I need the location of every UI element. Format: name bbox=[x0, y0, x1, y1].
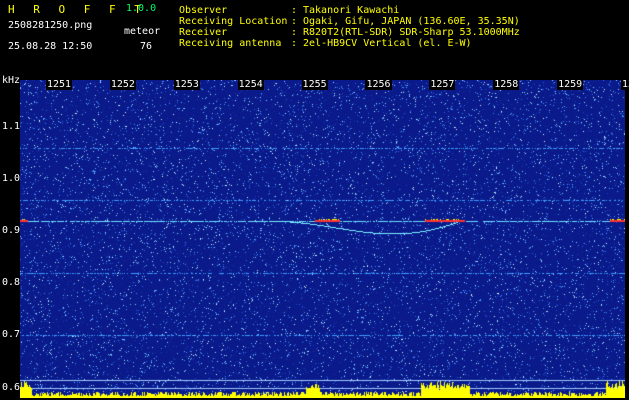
info-label: Receiving Location bbox=[179, 16, 288, 27]
app-version: 1.0.0 bbox=[126, 3, 157, 14]
x-tick-label: 1256 bbox=[365, 79, 392, 90]
observation-mode: meteor bbox=[124, 26, 161, 37]
info-value: 2el-HB9CV Vertical (el. E-W) bbox=[303, 38, 472, 49]
x-tick-label: 1300 bbox=[621, 80, 629, 90]
x-tick-label: 1259 bbox=[557, 79, 584, 90]
x-tick-label: 1253 bbox=[173, 79, 200, 90]
y-tick-label: 1.0 bbox=[2, 173, 21, 185]
info-colon: : bbox=[291, 27, 298, 38]
y-tick-label: 1.1 bbox=[2, 120, 21, 132]
info-colon: : bbox=[291, 5, 298, 16]
x-tick-label: 1252 bbox=[109, 79, 136, 90]
y-tick-label: 0.6 bbox=[2, 381, 21, 393]
info-label: Receiving antenna bbox=[179, 38, 282, 49]
info-colon: : bbox=[291, 16, 298, 27]
y-tick-label: 0.9 bbox=[2, 225, 21, 237]
info-value: R820T2(RTL-SDR) SDR-Sharp 53.1000MHz bbox=[303, 27, 520, 38]
meteor-count: 76 bbox=[140, 41, 153, 52]
waterfall-plot bbox=[20, 80, 625, 398]
y-tick-label: 0.7 bbox=[2, 329, 21, 341]
observation-datetime: 25.08.28 12:50 bbox=[8, 41, 93, 52]
spectrogram-canvas bbox=[20, 80, 625, 398]
header-panel: H R O F F T 1.0.0 2508281250.png meteor … bbox=[0, 0, 629, 78]
x-tick-label: 1251 bbox=[46, 79, 73, 90]
info-label: Receiver bbox=[179, 27, 228, 38]
y-axis-unit: kHz bbox=[2, 75, 21, 86]
info-label: Observer bbox=[179, 5, 228, 16]
y-tick-label: 0.8 bbox=[2, 277, 21, 289]
x-tick-label: 1254 bbox=[237, 79, 264, 90]
x-tick-label: 1255 bbox=[301, 79, 328, 90]
info-value: Takanori Kawachi bbox=[303, 5, 400, 16]
info-value: Ogaki, Gifu, JAPAN (136.60E, 35.35N) bbox=[303, 16, 520, 27]
image-filename: 2508281250.png bbox=[8, 20, 93, 31]
x-tick-label: 1258 bbox=[493, 79, 520, 90]
x-tick-label: 1257 bbox=[429, 79, 456, 90]
info-colon: : bbox=[291, 38, 298, 49]
